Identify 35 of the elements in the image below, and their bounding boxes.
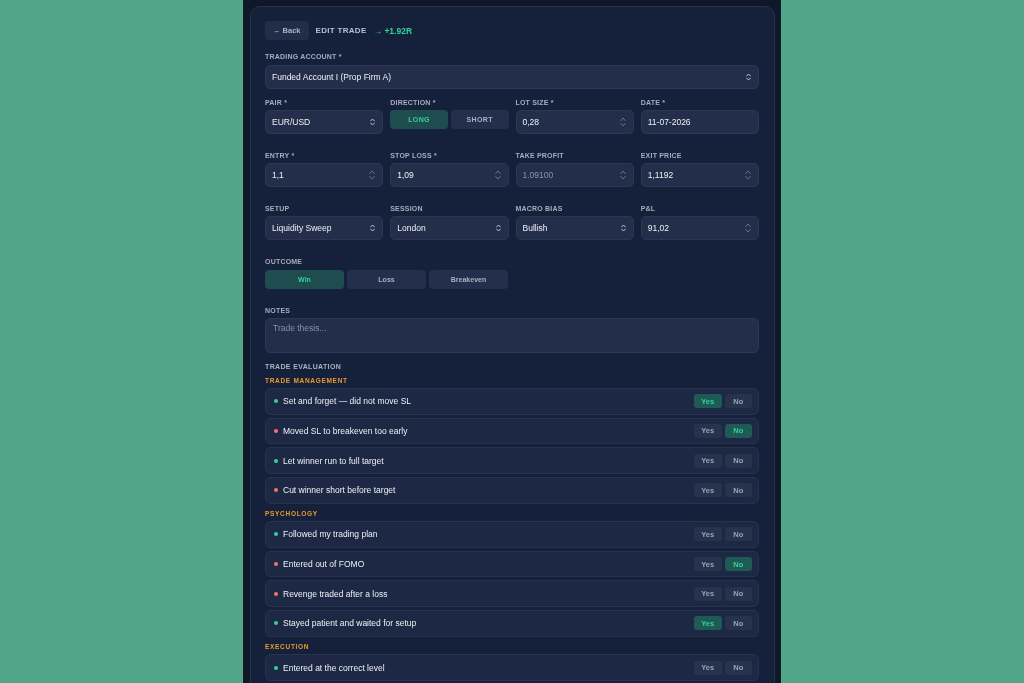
number-field[interactable]: 1.09100 xyxy=(515,163,634,187)
evaluation-text: Cut winner short before target xyxy=(283,485,396,496)
evaluation-text: Entered out of FOMO xyxy=(283,559,365,570)
updown-chevron-icon xyxy=(746,73,751,81)
select-field[interactable]: Liquidity Sweep xyxy=(265,216,384,240)
evaluation-text: Entered at the correct level xyxy=(283,662,385,673)
updown-chevron-icon xyxy=(370,224,376,232)
select-field[interactable]: Bullish xyxy=(515,216,634,240)
spinner-arrows-icon xyxy=(619,117,626,127)
number-field[interactable]: 1,1192 xyxy=(640,163,759,187)
r-multiple-value: → +1.92R xyxy=(373,25,413,36)
number-field[interactable]: 1,09 xyxy=(390,163,509,187)
select-field[interactable]: Funded Account I (Prop Firm A) xyxy=(265,65,759,89)
notes-field[interactable]: Trade thesis... xyxy=(265,318,759,353)
evaluation-text: Moved SL to breakeven too early xyxy=(283,426,408,436)
spinner-arrows-icon xyxy=(745,223,751,233)
spinner-arrows-icon xyxy=(369,170,376,180)
number-field[interactable]: 0,28 xyxy=(515,110,634,134)
date-field[interactable]: 11-07-2026 xyxy=(640,110,759,134)
evaluation-text: Let winner run to full target xyxy=(283,455,384,466)
evaluation-text: Stayed patient and waited for setup xyxy=(283,618,417,629)
updown-chevron-icon xyxy=(370,118,376,126)
select-field[interactable]: EUR/USD xyxy=(265,110,384,134)
number-field[interactable]: 1,1 xyxy=(265,163,384,187)
spinner-arrows-icon xyxy=(745,170,751,180)
updown-chevron-icon xyxy=(495,224,501,232)
evaluation-text: Set and forget — did not move SL xyxy=(283,396,412,407)
spinner-arrows-icon xyxy=(494,170,501,180)
evaluation-text: Followed my trading plan xyxy=(283,529,378,540)
spinner-arrows-icon xyxy=(619,170,626,180)
page-title: EDIT TRADE xyxy=(315,26,367,35)
number-field[interactable]: 91,02 xyxy=(640,216,759,240)
evaluation-text: Revenge traded after a loss xyxy=(283,588,388,599)
select-field[interactable]: London xyxy=(390,216,509,240)
updown-chevron-icon xyxy=(620,224,626,232)
